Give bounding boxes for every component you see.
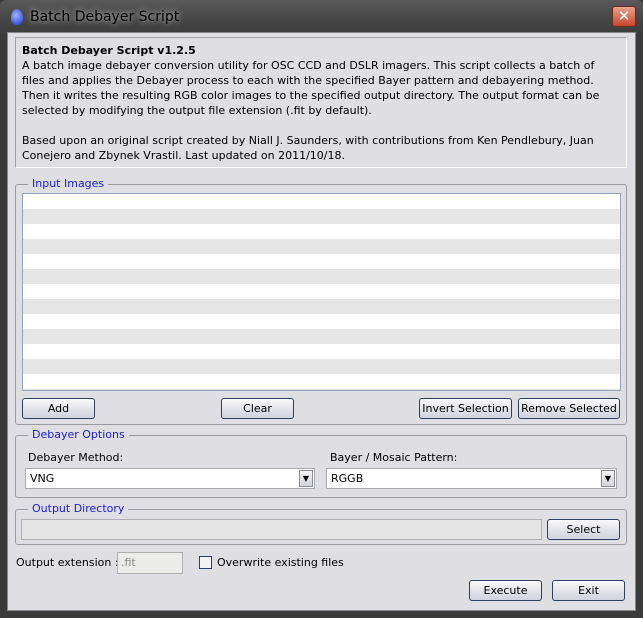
output-extension-field[interactable]: .fit: [117, 552, 183, 574]
debayer-method-label: Debayer Method:: [28, 451, 124, 464]
debayer-method-select[interactable]: VNG ▼: [25, 468, 315, 489]
exit-button[interactable]: Exit: [552, 580, 625, 601]
description-heading: Batch Debayer Script v1.2.5: [22, 44, 196, 57]
chevron-down-icon[interactable]: ▼: [601, 470, 615, 487]
bayer-pattern-value: RGGB: [331, 472, 364, 485]
description-body: A batch image debayer conversion utility…: [22, 59, 600, 117]
invert-selection-button[interactable]: Invert Selection: [419, 398, 512, 419]
chevron-down-icon[interactable]: ▼: [299, 470, 313, 487]
overwrite-checkbox[interactable]: [199, 556, 212, 569]
execute-button[interactable]: Execute: [469, 580, 542, 601]
remove-selected-button[interactable]: Remove Selected: [518, 398, 620, 419]
window-title: Batch Debayer Script: [30, 9, 180, 25]
clear-button[interactable]: Clear: [221, 398, 294, 419]
close-button[interactable]: ✕: [612, 6, 636, 27]
select-directory-button[interactable]: Select: [547, 519, 620, 540]
bayer-pattern-label: Bayer / Mosaic Pattern:: [330, 451, 458, 464]
add-button[interactable]: Add: [22, 398, 95, 419]
debayer-method-value: VNG: [30, 472, 55, 485]
output-directory-field[interactable]: [21, 519, 542, 540]
input-images-list[interactable]: [22, 193, 621, 391]
description-credits: Based upon an original script created by…: [22, 134, 594, 162]
debayer-options-legend: Debayer Options: [28, 428, 129, 441]
overwrite-label[interactable]: Overwrite existing files: [217, 556, 344, 569]
input-images-legend: Input Images: [28, 177, 109, 190]
bayer-pattern-select[interactable]: RGGB ▼: [326, 468, 617, 489]
description-panel: Batch Debayer Script v1.2.5 A batch imag…: [15, 37, 627, 168]
output-extension-label: Output extension :: [16, 556, 119, 569]
app-icon: [11, 9, 23, 25]
output-directory-legend: Output Directory: [28, 502, 129, 515]
